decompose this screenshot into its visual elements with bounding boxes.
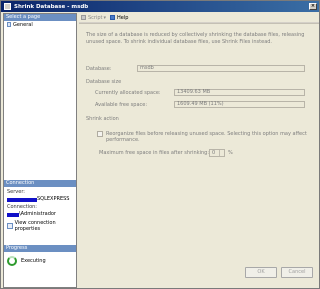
- script-label: Script: [88, 14, 103, 21]
- view-connection-properties-label: View connection properties: [14, 220, 56, 232]
- help-icon: [110, 15, 116, 20]
- spinner-icon: [7, 256, 17, 266]
- description: The size of a database is reduced by col…: [86, 32, 305, 45]
- toolbar: Script ▾ Help: [79, 13, 319, 23]
- database-label: Database:: [86, 66, 112, 72]
- shrink-action-header: Shrink action: [86, 116, 119, 122]
- allocated-label: Currently allocated space:: [95, 90, 161, 96]
- max-free-label: Maximum free space in files after shrink…: [99, 150, 210, 156]
- connection-value-suffix: \Administrador: [19, 211, 56, 217]
- window-title: Shrink Database - msdb: [14, 3, 89, 10]
- properties-icon: [7, 223, 13, 229]
- reorganize-checkbox[interactable]: [97, 131, 103, 137]
- script-button[interactable]: Script ▾: [81, 15, 106, 21]
- page-item-label: General: [13, 21, 33, 28]
- spinner-arrows-icon[interactable]: [219, 150, 224, 156]
- database-field: msdb: [137, 65, 305, 72]
- free-space-label: Available free space:: [95, 102, 148, 108]
- redacted-server: [7, 197, 37, 202]
- page-icon: [7, 22, 11, 27]
- progress-header: Progress: [4, 245, 76, 252]
- connection-section: Connection Server: SQLEXPRESS Connection…: [4, 180, 76, 232]
- ok-button[interactable]: OK: [245, 267, 277, 278]
- select-page-header: Select a page: [4, 14, 76, 21]
- database-size-header: Database size: [86, 79, 122, 85]
- max-free-unit: %: [228, 150, 233, 156]
- main-panel: Script ▾ Help The size of a database is …: [79, 13, 319, 288]
- max-free-spinner[interactable]: 0: [209, 149, 225, 157]
- connection-label: Connection:: [7, 204, 37, 210]
- general-page: The size of a database is reduced by col…: [79, 23, 319, 255]
- max-free-value: 0: [212, 150, 216, 156]
- page-item-general[interactable]: General: [4, 21, 76, 28]
- dialog-footer: OK Cancel: [79, 259, 319, 285]
- server-value-suffix: SQLEXPRESS: [37, 196, 70, 202]
- redacted-user: [7, 212, 19, 217]
- progress-status: Executing: [21, 258, 46, 264]
- reorganize-label: Reorganize files before releasing unused…: [106, 131, 307, 143]
- left-panel: Select a page General Connection Server:…: [3, 13, 77, 288]
- help-button[interactable]: Help: [110, 15, 128, 21]
- script-icon: [81, 15, 86, 20]
- connection-header: Connection: [4, 180, 76, 187]
- allocated-field: 13409.63 MB: [174, 89, 305, 96]
- title-bar: Shrink Database - msdb ×: [1, 1, 319, 12]
- free-space-field: 1609.49 MB (11%): [174, 101, 305, 108]
- server-value: SQLEXPRESS: [4, 196, 76, 202]
- close-button[interactable]: ×: [309, 3, 317, 10]
- chevron-down-icon: ▾: [103, 14, 107, 21]
- app-icon: [4, 3, 11, 10]
- help-label: Help: [117, 14, 129, 21]
- cancel-button[interactable]: Cancel: [281, 267, 313, 278]
- connection-value: \Administrador: [4, 211, 76, 217]
- view-connection-properties-link[interactable]: View connection properties: [4, 220, 76, 232]
- server-label: Server:: [7, 189, 25, 195]
- progress-section: Progress Executing: [4, 245, 76, 270]
- shrink-database-dialog: Shrink Database - msdb × Select a page G…: [0, 0, 320, 289]
